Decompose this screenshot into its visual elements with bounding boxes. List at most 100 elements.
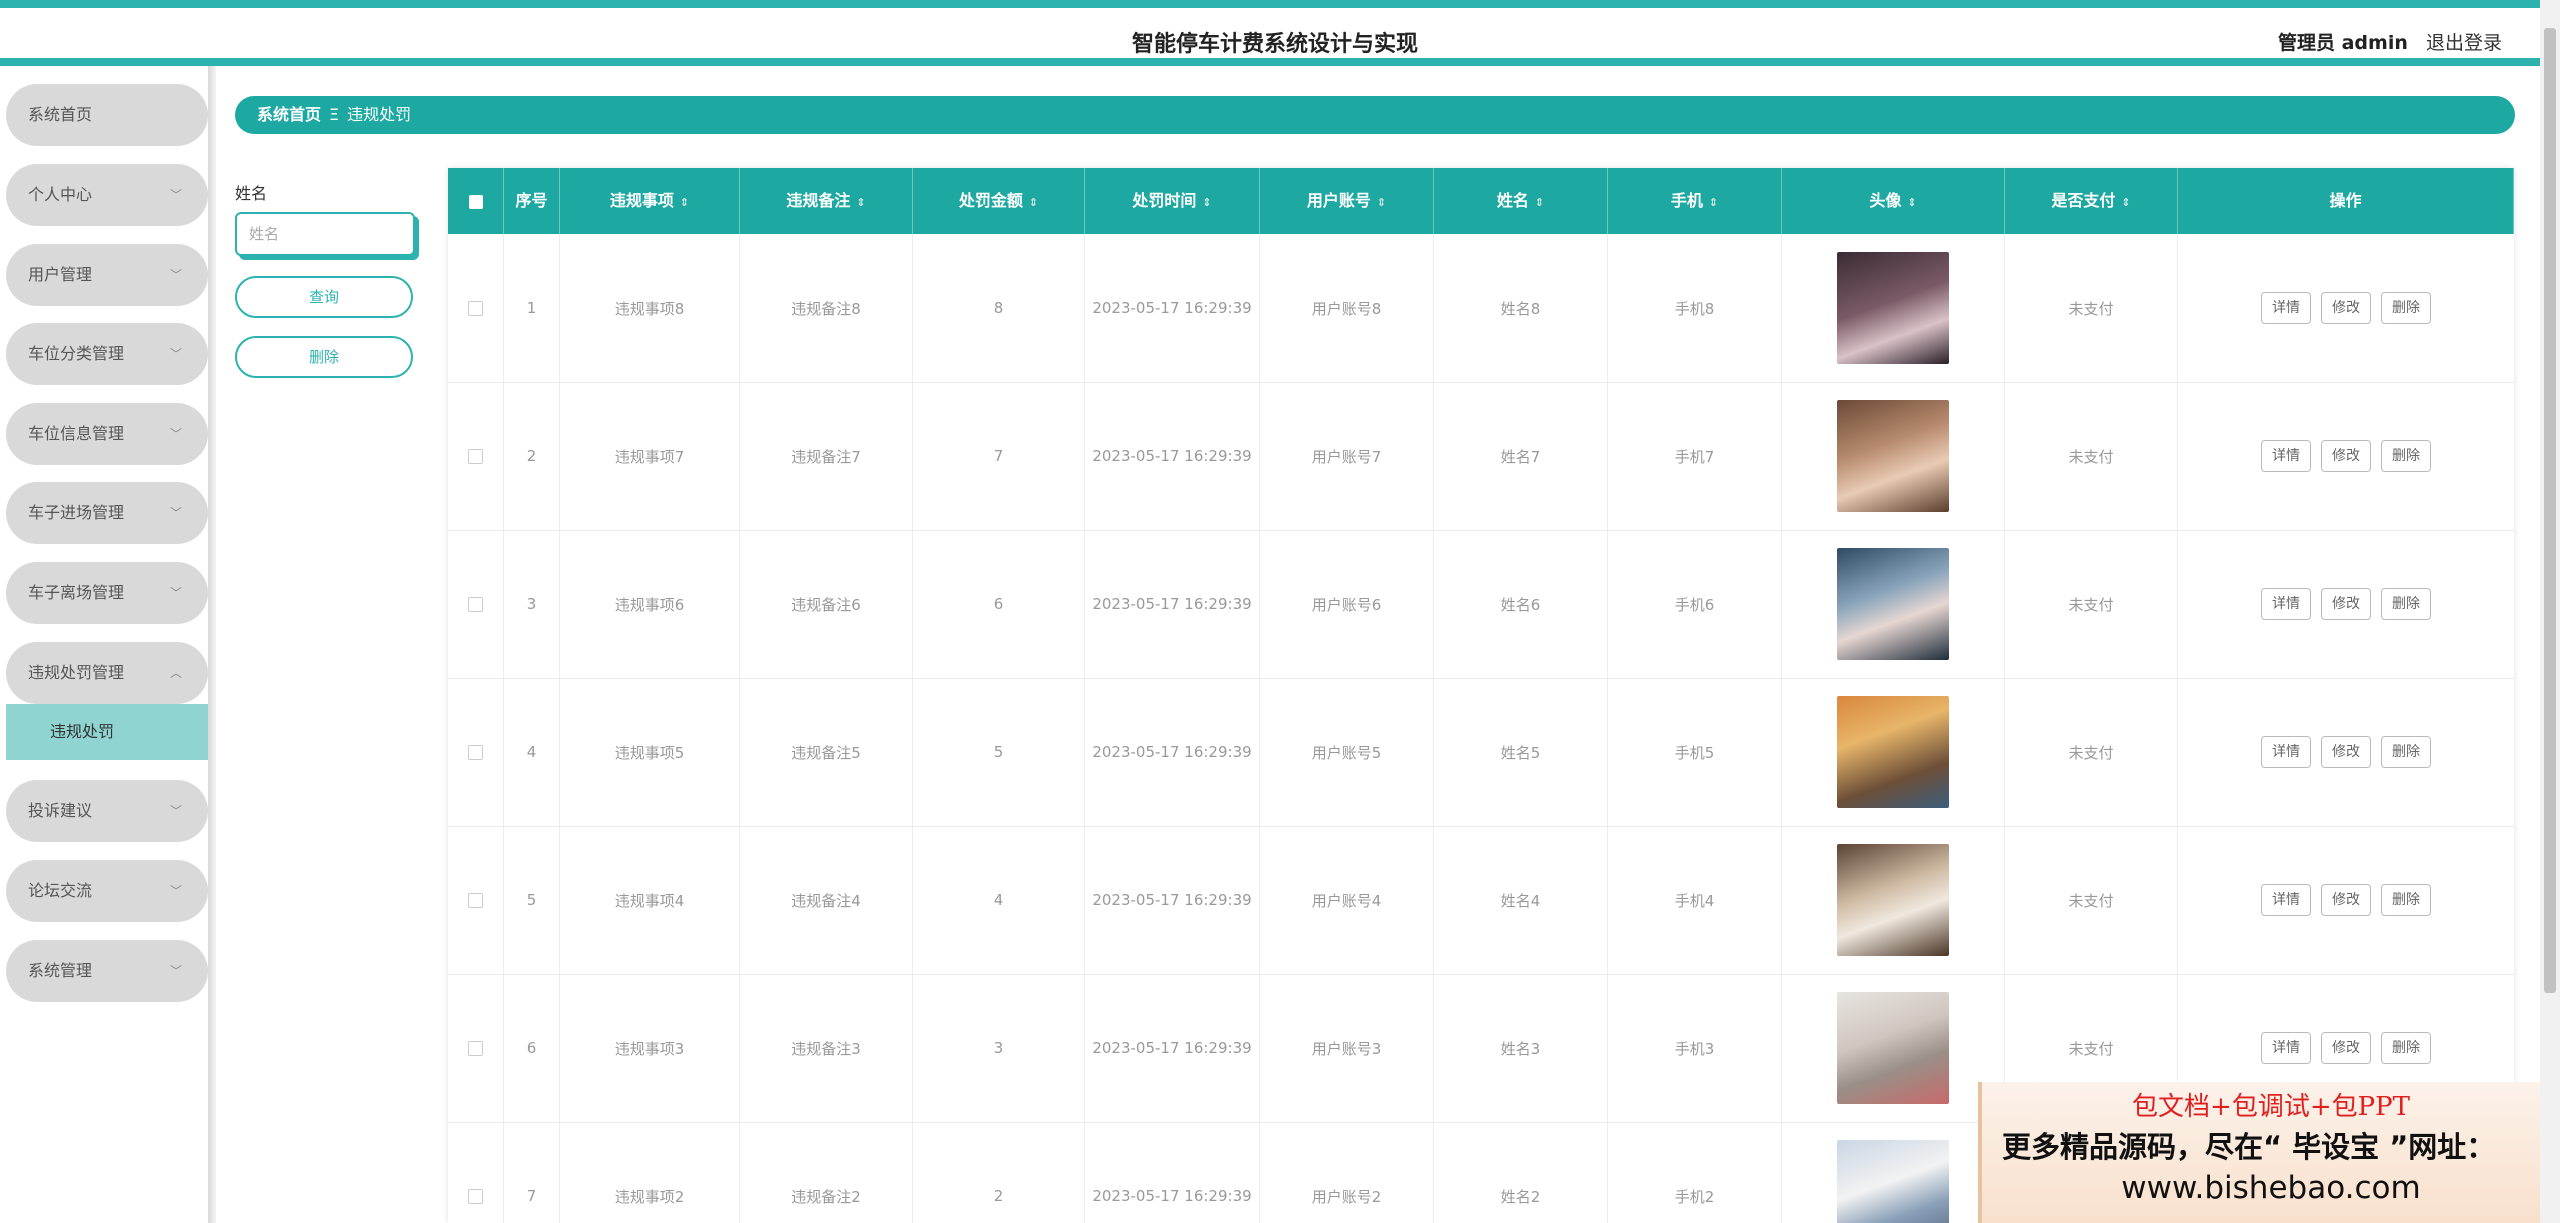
- detail-button[interactable]: 详情: [2261, 736, 2311, 768]
- edit-button[interactable]: 修改: [2321, 588, 2371, 620]
- sidebar-item[interactable]: 个人中心 ﹀: [6, 164, 208, 226]
- sidebar-item[interactable]: 车子进场管理 ﹀: [6, 482, 208, 544]
- name-search-input[interactable]: [235, 212, 415, 256]
- delete-button[interactable]: 删除: [2381, 292, 2431, 324]
- row-actions: 详情修改删除: [2178, 678, 2514, 826]
- detail-button[interactable]: 详情: [2261, 588, 2311, 620]
- sidebar-item-label: 车位信息管理: [28, 424, 125, 443]
- column-header-label: 手机: [1670, 191, 1703, 210]
- sort-icon[interactable]: ⇕: [680, 196, 689, 209]
- sidebar-item[interactable]: 用户管理 ﹀: [6, 244, 208, 306]
- sort-icon[interactable]: ⇕: [2121, 196, 2130, 209]
- violation-note: 违规备注4: [740, 826, 913, 974]
- column-header[interactable]: 处罚时间 ⇕: [1085, 168, 1260, 234]
- sidebar-item[interactable]: 车位信息管理 ﹀: [6, 403, 208, 465]
- sort-icon[interactable]: ⇕: [1202, 196, 1211, 209]
- detail-button[interactable]: 详情: [2261, 292, 2311, 324]
- row-checkbox[interactable]: [468, 300, 483, 316]
- avatar: [1837, 696, 1949, 808]
- chevron-down-icon: ﹀: [169, 884, 182, 898]
- violation-note: 违规备注5: [740, 678, 913, 826]
- edit-button[interactable]: 修改: [2321, 292, 2371, 324]
- delete-button[interactable]: 删除: [2381, 736, 2431, 768]
- sidebar-item[interactable]: 系统首页: [6, 84, 208, 146]
- query-button[interactable]: 查询: [235, 276, 413, 318]
- sidebar-subitem-penalty[interactable]: 违规处罚: [6, 704, 208, 760]
- column-header-label: 违规事项: [609, 191, 674, 210]
- table-row: 2 违规事项7 违规备注7 7 2023-05-17 16:29:39 用户账号7 姓名7 手…: [448, 382, 2514, 531]
- column-header[interactable]: 是否支付 ⇕: [2005, 168, 2178, 234]
- avatar-cell: [1782, 234, 2005, 382]
- batch-delete-button[interactable]: 删除: [235, 336, 413, 378]
- column-header[interactable]: 处罚金额 ⇕: [913, 168, 1085, 234]
- promo-line-1: 包文档+包调试+包PPT: [2132, 1092, 2410, 1122]
- row-checkbox[interactable]: [468, 892, 483, 908]
- avatar-cell: [1782, 1122, 2005, 1223]
- sort-icon[interactable]: ⇕: [1029, 196, 1038, 209]
- logout-link[interactable]: 退出登录: [2426, 28, 2502, 55]
- row-actions: 详情修改删除: [2178, 530, 2514, 678]
- chevron-down-icon: ﹀: [169, 427, 182, 441]
- sidebar-item[interactable]: 论坛交流 ﹀: [6, 860, 208, 922]
- sidebar-item[interactable]: 车位分类管理 ﹀: [6, 323, 208, 385]
- penalty-time: 2023-05-17 16:29:39: [1085, 530, 1260, 678]
- column-header: 操作: [2178, 168, 2514, 234]
- edit-button[interactable]: 修改: [2321, 1032, 2371, 1064]
- violation-item: 违规事项3: [560, 974, 740, 1122]
- row-checkbox[interactable]: [468, 744, 483, 760]
- user-account: 用户账号3: [1260, 974, 1434, 1122]
- edit-button[interactable]: 修改: [2321, 736, 2371, 768]
- sort-icon[interactable]: ⇕: [856, 196, 865, 209]
- column-header[interactable]: 手机 ⇕: [1608, 168, 1782, 234]
- detail-button[interactable]: 详情: [2261, 884, 2311, 916]
- column-header[interactable]: 违规备注 ⇕: [740, 168, 913, 234]
- row-checkbox[interactable]: [468, 1188, 483, 1204]
- column-header[interactable]: 头像 ⇕: [1782, 168, 2005, 234]
- column-header-label: 序号: [515, 191, 548, 210]
- select-all-checkbox[interactable]: [448, 168, 504, 234]
- detail-button[interactable]: 详情: [2261, 440, 2311, 472]
- column-header-label: 处罚时间: [1132, 191, 1197, 210]
- app-header: 智能停车计费系统设计与实现 管理员 admin 退出登录: [0, 8, 2560, 62]
- row-checkbox[interactable]: [468, 448, 483, 464]
- user-phone: 手机3: [1608, 974, 1782, 1122]
- user-name: 姓名2: [1434, 1122, 1608, 1223]
- row-checkbox-cell: [448, 1122, 504, 1223]
- sort-icon[interactable]: ⇕: [1535, 196, 1544, 209]
- sidebar-item[interactable]: 投诉建议 ﹀: [6, 780, 208, 842]
- edit-button[interactable]: 修改: [2321, 440, 2371, 472]
- delete-button[interactable]: 删除: [2381, 884, 2431, 916]
- table-row: 1 违规事项8 违规备注8 8 2023-05-17 16:29:39 用户账号8 姓名8 手…: [448, 234, 2514, 383]
- column-header-label: 姓名: [1496, 191, 1529, 210]
- scrollbar-thumb[interactable]: [2544, 28, 2556, 993]
- delete-button[interactable]: 删除: [2381, 588, 2431, 620]
- sidebar-item[interactable]: 车子离场管理 ﹀: [6, 562, 208, 624]
- sidebar-item[interactable]: 系统管理 ﹀: [6, 940, 208, 1002]
- promo-line-2: 更多精品源码，尽在“ 毕设宝 ”网址：: [2002, 1130, 2496, 1164]
- sidebar-item[interactable]: 违规处罚管理 ︿: [6, 642, 208, 704]
- sort-icon[interactable]: ⇕: [1907, 196, 1916, 209]
- column-header[interactable]: 用户账号 ⇕: [1260, 168, 1434, 234]
- delete-button[interactable]: 删除: [2381, 1032, 2431, 1064]
- penalty-time: 2023-05-17 16:29:39: [1085, 826, 1260, 974]
- sort-icon[interactable]: ⇕: [1709, 196, 1718, 209]
- row-checkbox-cell: [448, 530, 504, 678]
- penalty-amount: 2: [913, 1122, 1085, 1223]
- column-header[interactable]: 姓名 ⇕: [1434, 168, 1608, 234]
- penalty-time: 2023-05-17 16:29:39: [1085, 974, 1260, 1122]
- sort-icon[interactable]: ⇕: [1377, 196, 1386, 209]
- penalty-amount: 7: [913, 382, 1085, 530]
- delete-button[interactable]: 删除: [2381, 440, 2431, 472]
- row-index: 1: [504, 234, 560, 382]
- table-row: 5 违规事项4 违规备注4 4 2023-05-17 16:29:39 用户账号4 姓名4 手…: [448, 826, 2514, 975]
- row-checkbox[interactable]: [468, 1040, 483, 1056]
- user-name: 姓名6: [1434, 530, 1608, 678]
- breadcrumb-current: 违规处罚: [347, 105, 412, 124]
- column-header[interactable]: 违规事项 ⇕: [560, 168, 740, 234]
- edit-button[interactable]: 修改: [2321, 884, 2371, 916]
- breadcrumb-home[interactable]: 系统首页: [257, 105, 321, 124]
- row-actions: 详情修改删除: [2178, 234, 2514, 382]
- penalty-time: 2023-05-17 16:29:39: [1085, 382, 1260, 530]
- row-checkbox[interactable]: [468, 596, 483, 612]
- detail-button[interactable]: 详情: [2261, 1032, 2311, 1064]
